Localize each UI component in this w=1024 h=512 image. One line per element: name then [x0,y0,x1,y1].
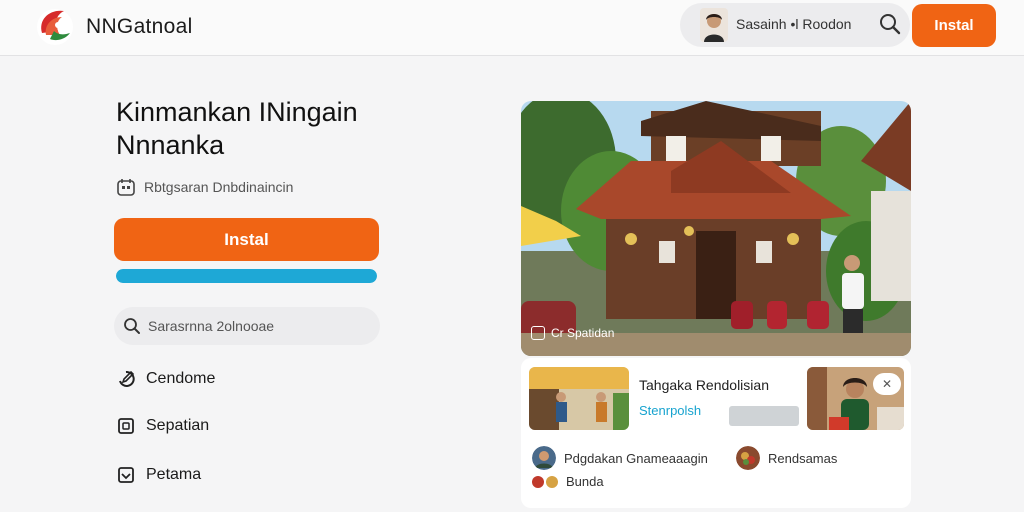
photo-caption-text: Cr Spatidan [551,326,615,340]
menu-item-label: Sepatian [146,417,210,434]
chip-label: Bunda [566,474,604,489]
menu-item-label: Petama [146,466,202,483]
thumbnail-right[interactable]: ✕ [807,367,904,430]
search-box[interactable] [114,307,380,345]
card-placeholder-bar [729,406,799,426]
page-title: Kinmankan INingain Nnnanka [116,97,358,160]
meta-row: Rbtgsaran Dnbdinaincin [116,176,293,198]
brand-logo-icon[interactable] [34,5,76,47]
thumbnail-left[interactable] [529,367,629,430]
edit-icon [119,370,135,387]
progress-fill [116,269,377,283]
square-icon [118,418,134,434]
house-illustration [521,101,911,356]
photo-caption: Cr Spatidan [531,326,614,340]
install-button-header[interactable]: Instal [912,4,996,47]
chip-label: Rendsamas [768,450,838,466]
card-title: Tahgaka Rendolisian [639,377,769,393]
top-header: NNGatnoal Sasainh •l Roodon Instal [0,0,1024,56]
calendar-icon [117,179,135,196]
install-progress-bar [116,269,377,283]
meta-text: Rbtgsaran Dnbdinaincin [144,179,294,195]
chip-author-2[interactable]: Rendsamas [736,446,837,470]
search-icon [124,318,140,334]
search-input[interactable] [148,318,348,334]
avatar [736,446,760,470]
chip-label: Pdgdakan Gnameaaagin [564,450,708,466]
camera-icon [531,326,545,340]
listing-card[interactable]: Tahgaka Rendolisian Stenrpolsh ✕ Pdgdaka… [521,358,911,508]
inbox-icon [118,467,134,483]
avatar [532,475,544,488]
card-link[interactable]: Stenrpolsh [639,403,701,418]
menu-item-cendome[interactable]: Cendome [116,366,215,392]
chip-author-3[interactable]: Bunda [532,474,604,489]
chip-author-1[interactable]: Pdgdakan Gnameaaagin [532,446,708,470]
avatar-group [532,475,560,488]
user-name: Sasainh •l Roodon [736,16,852,32]
thumbnail-image [529,367,629,430]
menu-item-sepatian[interactable]: Sepatian [116,413,209,439]
install-button-main[interactable]: Instal [114,218,379,261]
brand-name[interactable]: NNGatnoal [86,15,193,39]
close-button[interactable]: ✕ [873,373,901,395]
menu-item-petama[interactable]: Petama [116,462,201,488]
featured-photo[interactable]: Cr Spatidan [521,101,911,356]
menu-item-label: Cendome [146,370,216,387]
search-icon[interactable] [876,10,904,38]
user-avatar [700,8,728,42]
avatar [546,475,558,488]
avatar [532,446,556,470]
